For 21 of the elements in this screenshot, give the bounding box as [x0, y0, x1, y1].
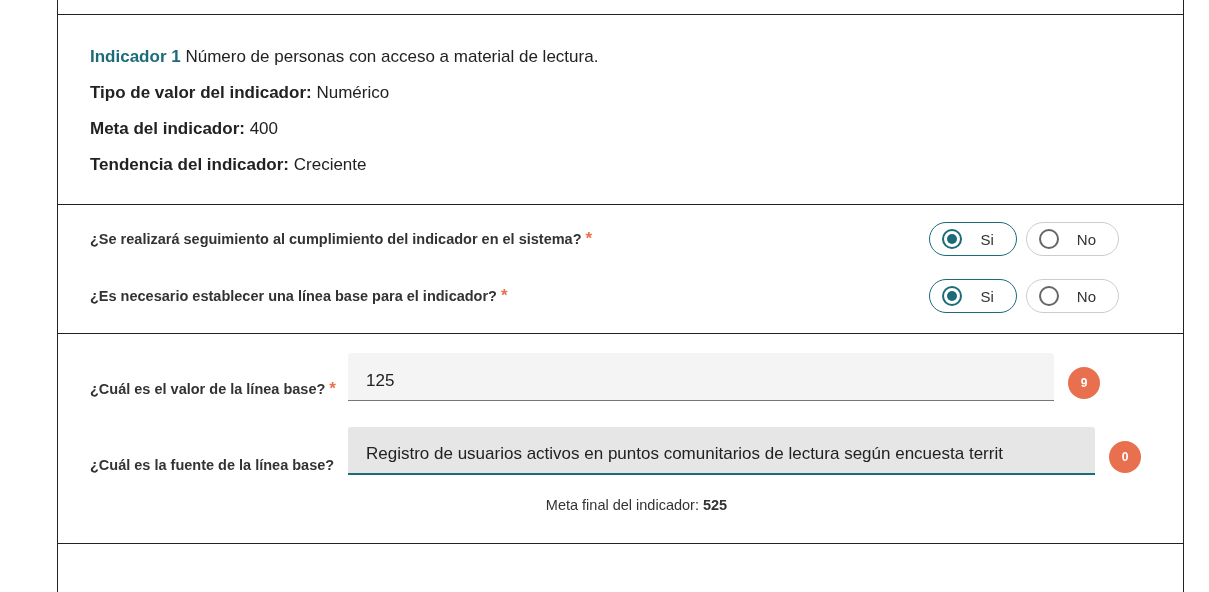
radio-icon [1038, 229, 1059, 249]
radio-option[interactable]: Si [929, 279, 1017, 313]
counter-badge: 0 [1109, 441, 1141, 473]
counter-badge: 9 [1068, 367, 1100, 399]
radio-icon [942, 229, 963, 249]
indicator-detail: Tendencia del indicador: Creciente [90, 155, 368, 175]
text-field[interactable]: 125 [348, 353, 1054, 401]
text-field[interactable]: Registro de usuarios activos en puntos comunitarios de lectura según encuesta territ [348, 427, 1095, 475]
field-label: ¿Cuál es el valor de la línea base? * [90, 379, 337, 400]
indicator-title: Indicador 1 Número de personas con acceso a material de lectura. [90, 47, 600, 67]
indicator-detail: Meta del indicador: 400 [90, 119, 280, 139]
radio-option[interactable]: No [1025, 279, 1119, 313]
radio-option[interactable]: No [1025, 222, 1119, 256]
radio-option[interactable]: Si [929, 222, 1017, 256]
question-label: ¿Es necesario establecer una línea base para el indicador? * [90, 286, 508, 306]
indicator-detail: Tipo de valor del indicador: Numérico [90, 83, 391, 103]
field-label: ¿Cuál es la fuente de la línea base? [90, 457, 336, 475]
final-goal-text: Meta final del indicador: 525 [544, 497, 729, 513]
question-label: ¿Se realizará seguimiento al cumplimiento del indicador en el sistema? * [90, 229, 593, 249]
radio-icon [942, 286, 963, 306]
radio-icon [1038, 286, 1059, 306]
